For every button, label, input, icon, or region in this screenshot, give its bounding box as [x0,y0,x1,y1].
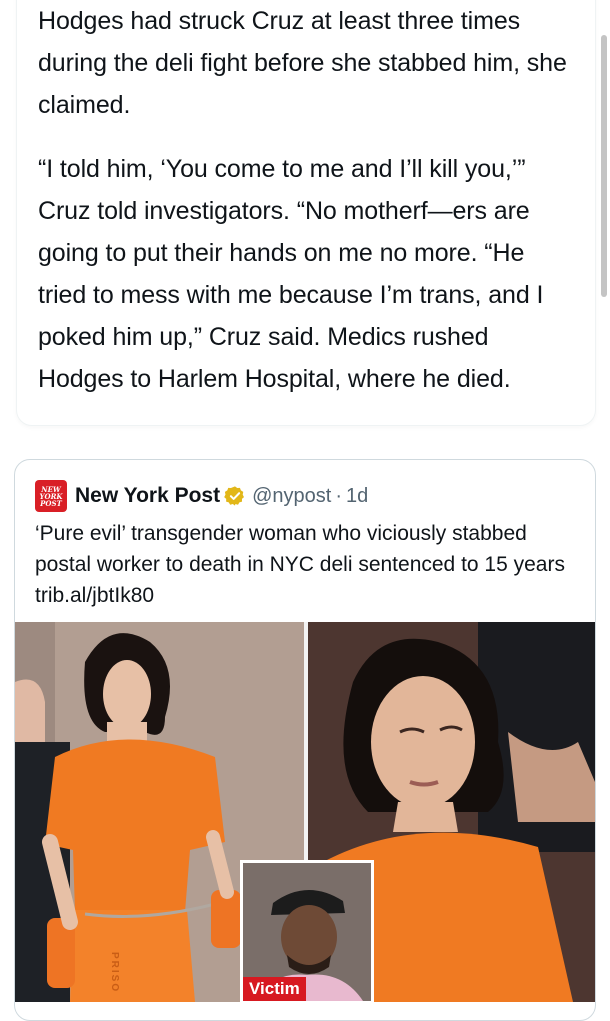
author-name[interactable]: New York Post [75,484,220,508]
scrollbar[interactable] [601,35,607,297]
quoted-tweet-text: ‘Pure evil’ transgender woman who viciou… [35,522,565,607]
tweet-photo[interactable]: PRISO Victim [15,622,595,1002]
quoted-tweet-header: NEW YORK POST New York Post @nypost · 1d [35,480,368,512]
author-handle[interactable]: @nypost [252,485,331,508]
jumpsuit-text: PRISO [109,952,120,994]
tweet-text-paragraph-1: Hodges had struck Cruz at least three ti… [38,7,567,119]
verified-badge-icon [224,486,245,506]
victim-inset-photo: Victim [240,860,374,1002]
timestamp[interactable]: 1d [346,485,368,508]
logo-text-line-3: POST [40,498,62,508]
nypost-logo-avatar[interactable]: NEW YORK POST [35,480,67,512]
victim-label: Victim [243,977,306,1001]
tweet-text-paragraph-2: “I told him, ‘You come to me and I’ll ki… [38,155,544,393]
quoted-tweet[interactable]: NEW YORK POST New York Post @nypost · 1d… [14,459,596,1021]
separator-dot: · [335,484,343,507]
